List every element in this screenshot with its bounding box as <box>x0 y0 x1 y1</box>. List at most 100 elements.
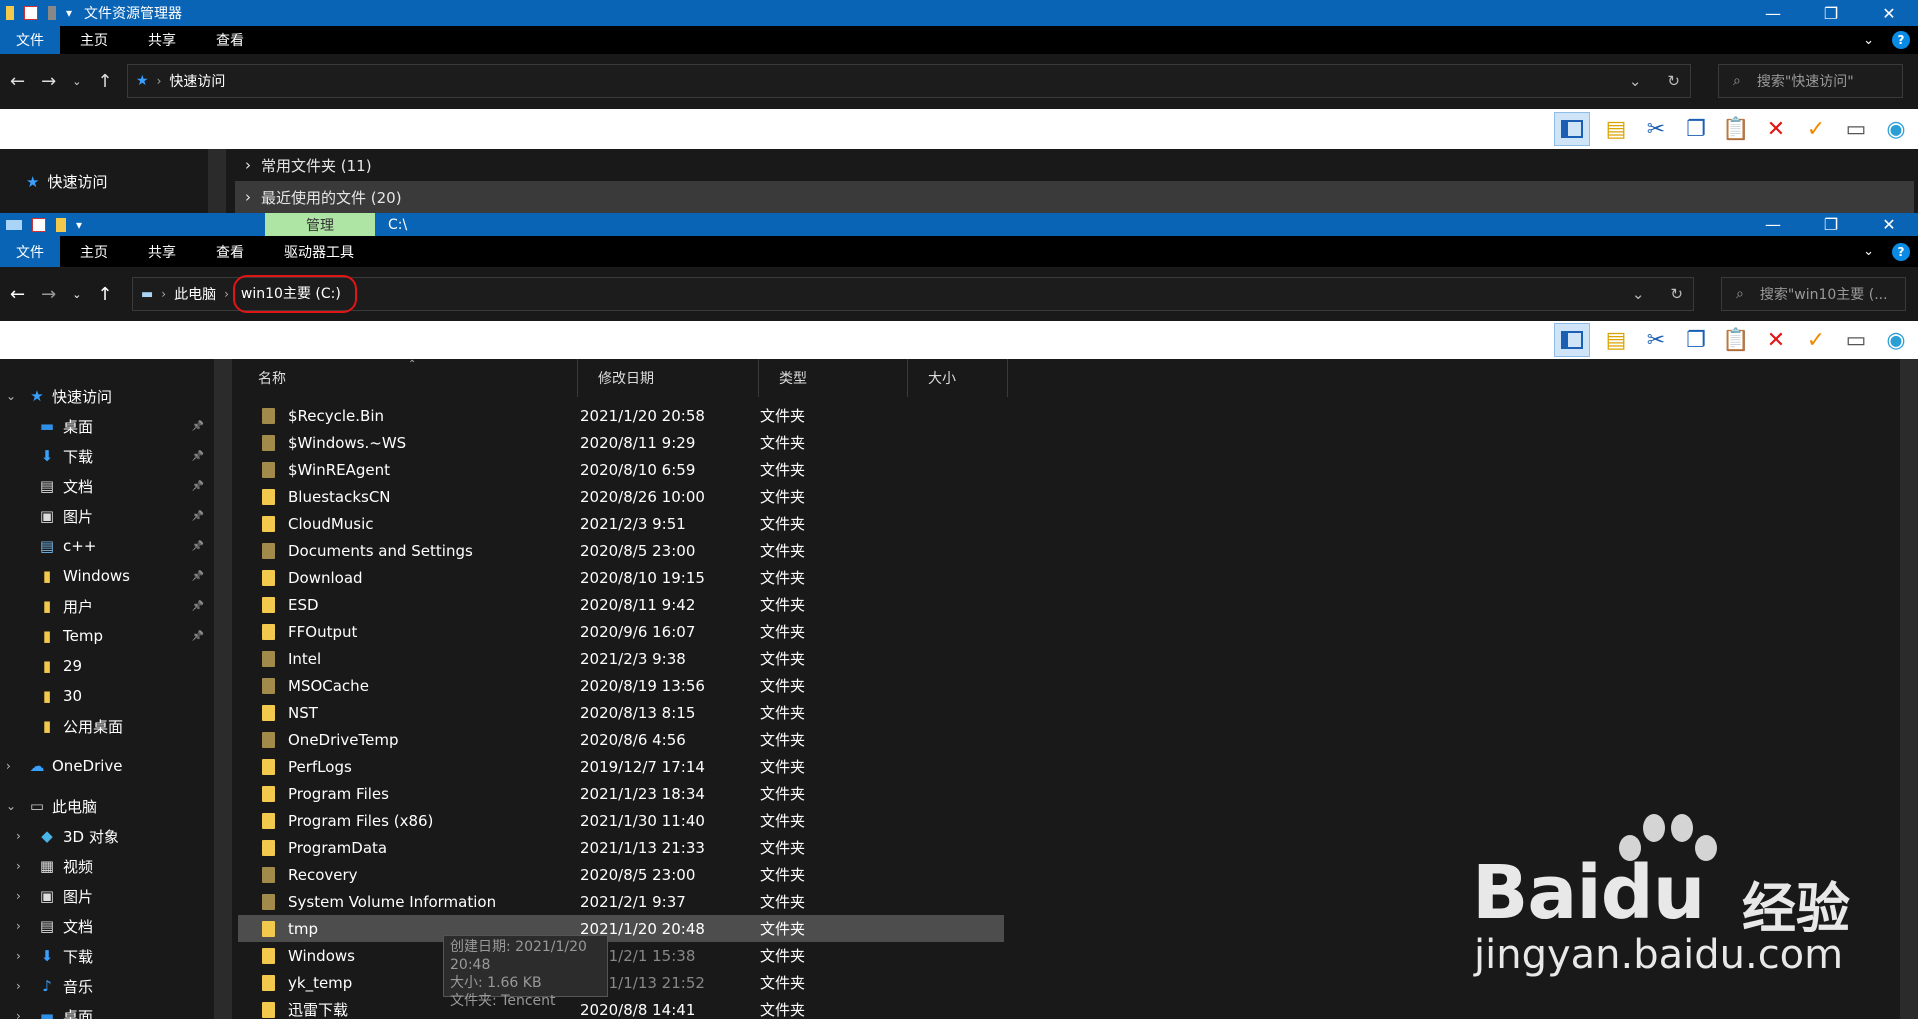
new-folder-icon[interactable] <box>56 217 66 232</box>
file-row[interactable]: Program Files 2021/1/23 18:34 文件夹 <box>238 780 1918 807</box>
rename-icon[interactable]: ▭ <box>1842 326 1870 354</box>
group-recent-files[interactable]: › 最近使用的文件 (20) <box>235 181 1914 213</box>
dropdown-icon[interactable]: ⌄ <box>1632 285 1645 303</box>
search-box[interactable]: ⌕ 搜索"快速访问" <box>1718 64 1903 98</box>
file-row[interactable]: ProgramData 2021/1/13 21:33 文件夹 <box>238 834 1918 861</box>
chevron-right-icon[interactable]: › <box>16 979 21 993</box>
tab-drive-tools[interactable]: 驱动器工具 <box>264 236 374 267</box>
file-row[interactable]: OneDriveTemp 2020/8/6 4:56 文件夹 <box>238 726 1918 753</box>
tab-share[interactable]: 共享 <box>128 26 196 54</box>
properties-icon[interactable]: ▤ <box>1602 115 1630 143</box>
chevron-right-icon[interactable]: › <box>16 859 21 873</box>
customize-chevron-icon[interactable]: ▾ <box>66 6 72 20</box>
address-bar[interactable]: ▬ › 此电脑 › win10主要 (C:) ⌄ ↻ <box>132 275 1694 313</box>
forward-icon[interactable]: → <box>41 71 56 92</box>
paste-icon[interactable]: 📋 <box>1722 326 1750 354</box>
properties-icon[interactable]: ▤ <box>1602 326 1630 354</box>
column-size[interactable]: 大小 <box>908 359 1008 397</box>
tab-home[interactable]: 主页 <box>60 26 128 54</box>
delete-icon[interactable]: ✕ <box>1762 115 1790 143</box>
refresh-icon[interactable]: ↻ <box>1670 285 1683 303</box>
file-row[interactable]: Intel 2021/2/3 9:38 文件夹 <box>238 645 1918 672</box>
properties-icon[interactable] <box>24 6 38 20</box>
sidebar-item[interactable]: › ▤ 文档 <box>0 911 232 941</box>
chevron-right-icon[interactable]: › <box>16 829 21 843</box>
chevron-down-icon[interactable]: ⌄ <box>6 799 16 813</box>
address-text[interactable]: 快速访问 <box>169 71 225 91</box>
tab-file[interactable]: 文件 <box>0 26 60 54</box>
up-icon[interactable]: ↑ <box>97 71 112 92</box>
sidebar-item[interactable]: › ☁ OneDrive <box>0 751 232 781</box>
properties-icon[interactable] <box>32 217 46 232</box>
sidebar-item[interactable]: ▮ 29 <box>0 651 232 681</box>
cut-icon[interactable]: ✂ <box>1642 326 1670 354</box>
sidebar-item[interactable]: ▤ 文档 📌 <box>0 471 232 501</box>
chevron-right-icon[interactable]: › <box>16 1009 21 1019</box>
tab-view[interactable]: 查看 <box>196 26 264 54</box>
cut-icon[interactable]: ✂ <box>1642 115 1670 143</box>
sidebar-item[interactable]: ▮ 公用桌面 <box>0 711 232 741</box>
address-bar[interactable]: ★ › 快速访问 ⌄ ↻ <box>127 64 1691 98</box>
back-icon[interactable]: ← <box>10 71 25 92</box>
preview-pane-icon[interactable] <box>1554 112 1590 146</box>
tab-file[interactable]: 文件 <box>0 236 60 267</box>
column-type[interactable]: 类型 <box>759 359 908 397</box>
sidebar-item[interactable]: ▬ 桌面 📌 <box>0 411 232 441</box>
file-row[interactable]: $Windows.~WS 2020/8/11 9:29 文件夹 <box>238 429 1918 456</box>
file-row[interactable]: NST 2020/8/13 8:15 文件夹 <box>238 699 1918 726</box>
file-row[interactable]: Recovery 2020/8/5 23:00 文件夹 <box>238 861 1918 888</box>
sidebar-item[interactable]: ▮ 用户 📌 <box>0 591 232 621</box>
drive-icon[interactable] <box>6 219 22 230</box>
expand-ribbon-icon[interactable]: ⌄ <box>1863 244 1874 259</box>
expand-ribbon-icon[interactable]: ⌄ <box>1863 33 1874 48</box>
file-row[interactable]: Documents and Settings 2020/8/5 23:00 文件夹 <box>238 537 1918 564</box>
column-name[interactable]: 名称 ⌃ <box>238 359 578 397</box>
globe-icon[interactable]: ◉ <box>1882 326 1910 354</box>
recent-locations-icon[interactable]: ⌄ <box>72 75 81 88</box>
close-icon[interactable]: ✕ <box>1860 213 1918 236</box>
sidebar-item[interactable]: › ◆ 3D 对象 <box>0 821 232 851</box>
restore-icon[interactable]: ❐ <box>1802 213 1860 236</box>
sidebar-item[interactable]: › ♪ 音乐 <box>0 971 232 1001</box>
dropdown-icon[interactable]: ⌄ <box>1629 72 1642 90</box>
folder-icon[interactable] <box>6 6 14 20</box>
search-box[interactable]: ⌕ 搜索"win10主要 (... <box>1721 277 1906 311</box>
help-icon[interactable]: ? <box>1892 242 1910 261</box>
chevron-right-icon[interactable]: › <box>16 919 21 933</box>
file-row[interactable]: BluestacksCN 2020/8/26 10:00 文件夹 <box>238 483 1918 510</box>
sidebar-item[interactable]: ▮ Windows 📌 <box>0 561 232 591</box>
list-scrollbar[interactable] <box>1900 359 1918 1019</box>
checkmark-icon[interactable]: ✓ <box>1802 326 1830 354</box>
close-icon[interactable]: ✕ <box>1860 0 1918 26</box>
scrollbar[interactable] <box>208 149 226 215</box>
file-row[interactable]: System Volume Information 2021/2/1 9:37 文件… <box>238 888 1918 915</box>
rename-icon[interactable]: ▭ <box>1842 115 1870 143</box>
sidebar-item[interactable]: › ▣ 图片 <box>0 881 232 911</box>
file-row[interactable]: PerfLogs 2019/12/7 17:14 文件夹 <box>238 753 1918 780</box>
group-frequent-folders[interactable]: › 常用文件夹 (11) <box>235 149 1914 181</box>
minimize-icon[interactable]: — <box>1744 213 1802 236</box>
breadcrumb-this-pc[interactable]: 此电脑 <box>174 284 216 304</box>
up-icon[interactable]: ↑ <box>97 284 112 305</box>
sidebar-scrollbar[interactable] <box>214 359 232 1019</box>
chevron-right-icon[interactable]: › <box>16 889 21 903</box>
delete-icon[interactable]: ✕ <box>1762 326 1790 354</box>
restore-icon[interactable]: ❐ <box>1802 0 1860 26</box>
chevron-right-icon[interactable]: › <box>16 949 21 963</box>
sidebar-item[interactable]: ⬇ 下载 📌 <box>0 441 232 471</box>
tab-share[interactable]: 共享 <box>128 236 196 267</box>
sidebar-item[interactable]: ▤ c++ 📌 <box>0 531 232 561</box>
breadcrumb-c-drive[interactable]: win10主要 (C:) <box>241 286 341 302</box>
forward-icon[interactable]: → <box>41 284 56 305</box>
file-row[interactable]: tmp 2021/1/20 20:48 文件夹 <box>238 915 1004 942</box>
file-row[interactable]: MSOCache 2020/8/19 13:56 文件夹 <box>238 672 1918 699</box>
tab-view[interactable]: 查看 <box>196 236 264 267</box>
checkmark-icon[interactable]: ✓ <box>1802 115 1830 143</box>
paste-icon[interactable]: 📋 <box>1722 115 1750 143</box>
tab-manage[interactable]: 管理 <box>265 213 375 236</box>
sidebar-item[interactable]: › ⬇ 下载 <box>0 941 232 971</box>
refresh-icon[interactable]: ↻ <box>1667 72 1680 90</box>
column-date-modified[interactable]: 修改日期 <box>578 359 759 397</box>
file-row[interactable]: Download 2020/8/10 19:15 文件夹 <box>238 564 1918 591</box>
file-row[interactable]: $Recycle.Bin 2021/1/20 20:58 文件夹 <box>238 402 1918 429</box>
